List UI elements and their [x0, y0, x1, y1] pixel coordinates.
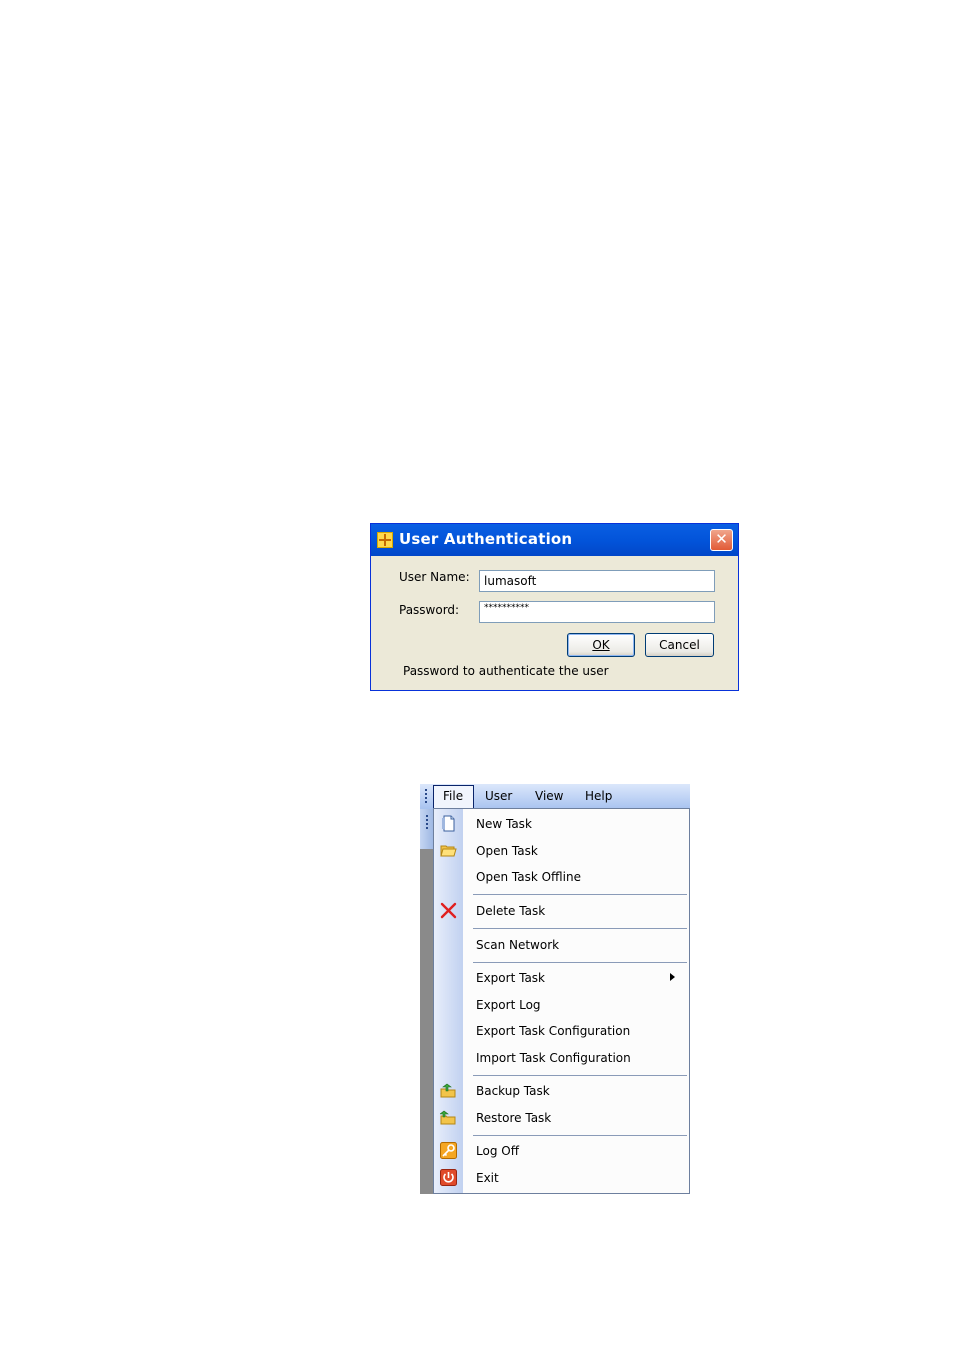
- menu-file[interactable]: File: [443, 789, 463, 803]
- ok-button[interactable]: OK: [567, 633, 635, 657]
- menu-item-delete-task[interactable]: Delete Task: [476, 904, 545, 918]
- menu-item-restore-task[interactable]: Restore Task: [476, 1111, 551, 1125]
- file-menu-screenshot: File User View Help New Task Open Task O…: [420, 784, 690, 1194]
- menubar-grip-icon[interactable]: [425, 789, 427, 803]
- open-folder-icon: [440, 845, 457, 857]
- background-panel: [420, 849, 433, 1194]
- menu-item-export-log[interactable]: Export Log: [476, 998, 541, 1012]
- user-name-label: User Name:: [399, 570, 470, 584]
- password-input[interactable]: **********: [479, 601, 715, 623]
- menu-icon-column: [434, 809, 463, 1193]
- dialog-body: User Name: lumasoft Password: **********…: [375, 556, 734, 686]
- new-document-icon: [442, 815, 455, 832]
- menu-user[interactable]: User: [485, 789, 512, 803]
- toolbar-strip: [420, 809, 433, 1194]
- menu-item-export-task[interactable]: Export Task: [476, 971, 545, 985]
- power-icon: [440, 1169, 457, 1186]
- close-button[interactable]: ✕: [710, 529, 733, 551]
- cancel-button[interactable]: Cancel: [645, 633, 714, 657]
- menu-separator: [473, 1135, 687, 1136]
- user-authentication-dialog: User Authentication ✕ User Name: lumasof…: [370, 523, 739, 691]
- menu-item-backup-task[interactable]: Backup Task: [476, 1084, 550, 1098]
- menu-view[interactable]: View: [535, 789, 563, 803]
- menu-item-open-task-offline[interactable]: Open Task Offline: [476, 870, 581, 884]
- menu-item-open-task[interactable]: Open Task: [476, 844, 538, 858]
- menu-item-exit[interactable]: Exit: [476, 1171, 499, 1185]
- file-dropdown-menu: New Task Open Task Open Task Offline Del…: [433, 808, 690, 1194]
- menu-item-scan-network[interactable]: Scan Network: [476, 938, 559, 952]
- user-name-input[interactable]: lumasoft: [479, 570, 715, 592]
- dialog-titlebar[interactable]: User Authentication ✕: [371, 524, 738, 556]
- backup-folder-icon: [440, 1083, 456, 1098]
- menu-separator: [473, 928, 687, 929]
- key-icon: [440, 1142, 457, 1159]
- menu-item-new-task[interactable]: New Task: [476, 817, 532, 831]
- delete-x-icon: [440, 902, 457, 919]
- menu-separator: [473, 894, 687, 895]
- menu-separator: [473, 1075, 687, 1076]
- dialog-title: User Authentication: [399, 530, 573, 548]
- password-label: Password:: [399, 603, 460, 617]
- menubar: File User View Help: [420, 784, 690, 809]
- menu-item-log-off[interactable]: Log Off: [476, 1144, 519, 1158]
- menu-item-import-task-configuration[interactable]: Import Task Configuration: [476, 1051, 631, 1065]
- menu-item-export-task-configuration[interactable]: Export Task Configuration: [476, 1024, 630, 1038]
- menu-separator: [473, 962, 687, 963]
- close-icon: ✕: [715, 530, 728, 548]
- cancel-button-label: Cancel: [659, 638, 700, 652]
- restore-folder-icon: [440, 1110, 456, 1125]
- menu-help[interactable]: Help: [585, 789, 612, 803]
- app-icon: [377, 532, 393, 548]
- submenu-arrow-icon: [670, 973, 675, 981]
- ok-button-label: OK: [592, 638, 610, 652]
- status-text: Password to authenticate the user: [403, 664, 609, 678]
- toolbar-grip-icon[interactable]: [426, 815, 428, 831]
